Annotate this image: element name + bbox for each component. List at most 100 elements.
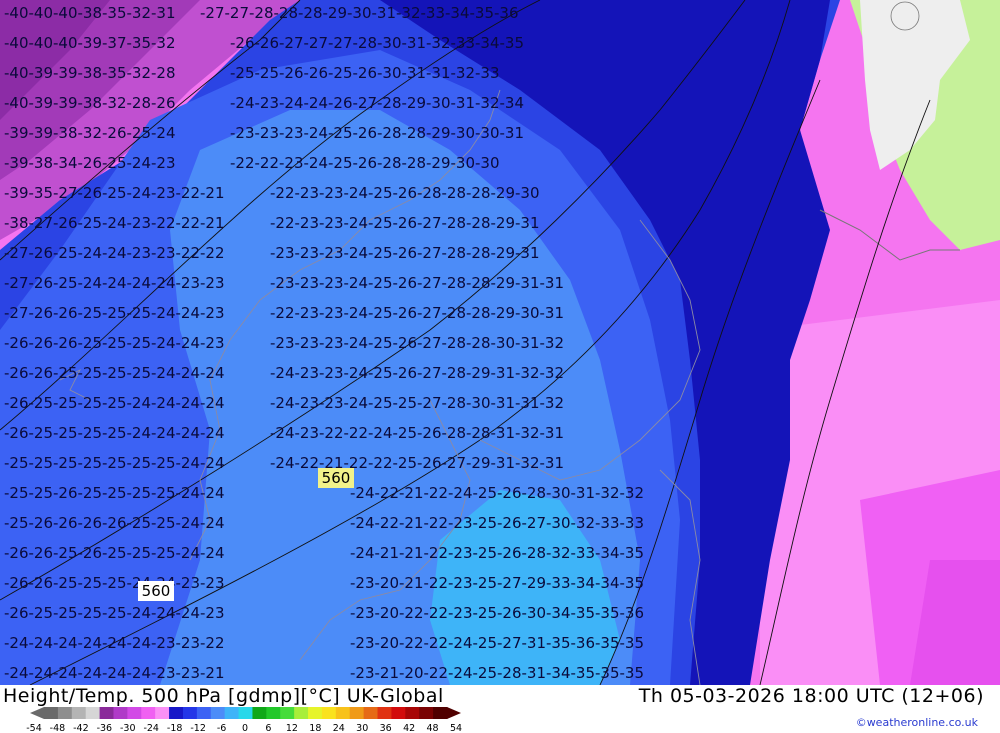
weather-map-page: -40-40-40-38-35-32-31 -40-40-40-39-37-35… xyxy=(0,0,1000,733)
map-area: -40-40-40-38-35-32-31 -40-40-40-39-37-35… xyxy=(0,0,1000,685)
svg-text:-23-20-22-22-23-25-26-30-34-35: -23-20-22-22-23-25-26-30-34-35-35-36 xyxy=(350,604,644,622)
svg-text:-24-22-21-22-22-25-26-27-29-31: -24-22-21-22-22-25-26-27-29-31-32-31 xyxy=(270,454,564,472)
height-label-text: 560 xyxy=(322,469,351,487)
scale-swatch xyxy=(182,707,198,719)
scale-label: -6 xyxy=(217,723,226,733)
scale-swatch xyxy=(113,707,128,719)
svg-text:-22-23-23-24-25-26-28-28-28-29: -22-23-23-24-25-26-28-28-28-29-30 xyxy=(270,184,540,202)
svg-text:-24-22-21-22-24-25-26-28-30-31: -24-22-21-22-24-25-26-28-30-31-32-32 xyxy=(350,484,644,502)
scale-swatch xyxy=(321,707,337,719)
svg-text:-24-23-23-24-25-25-27-28-30-31: -24-23-23-24-25-25-27-28-30-31-31-32 xyxy=(270,394,564,412)
trough-core-glow xyxy=(450,510,590,685)
scale-label: 12 xyxy=(286,723,298,733)
scale-label: -18 xyxy=(167,723,183,733)
svg-text:-26-25-25-25-25-24-24-24-23: -26-25-25-25-25-24-24-24-23 xyxy=(4,604,225,622)
svg-text:-24-23-22-22-24-25-26-28-28-31: -24-23-22-22-24-25-26-28-28-31-32-31 xyxy=(270,424,564,442)
scale-swatch xyxy=(85,707,101,719)
scale-swatch xyxy=(99,707,114,719)
scale-swatch xyxy=(405,707,420,719)
svg-text:-26-26-27-27-27-28-30-31-32-33: -26-26-27-27-27-28-30-31-32-33-34-35 xyxy=(230,34,524,52)
credit-link[interactable]: ©weatheronline.co.uk xyxy=(856,716,978,729)
scale-swatch xyxy=(169,707,184,719)
svg-text:-39-38-34-26-25-24-23: -39-38-34-26-25-24-23 xyxy=(4,154,176,172)
scale-label: 30 xyxy=(356,723,368,733)
color-scale-swatches xyxy=(30,707,461,719)
svg-text:-27-26-25-24-24-24-24-23-23: -27-26-25-24-24-24-24-23-23 xyxy=(4,274,225,292)
scale-swatch xyxy=(210,707,226,719)
svg-text:-26-25-25-25-25-24-24-24-24: -26-25-25-25-25-24-24-24-24 xyxy=(4,394,225,412)
scale-arrow-right xyxy=(447,707,461,719)
valid-time: Th 05-03-2026 18:00 UTC (12+06) xyxy=(638,685,984,707)
svg-text:-26-26-26-25-25-25-24-24-23: -26-26-26-25-25-25-24-24-23 xyxy=(4,334,225,352)
svg-text:-39-35-27-26-25-24-23-22-21: -39-35-27-26-25-24-23-22-21 xyxy=(4,184,225,202)
scale-arrow-left xyxy=(30,707,44,719)
svg-text:-26-26-25-26-25-25-25-24-24: -26-26-25-26-25-25-25-24-24 xyxy=(4,544,225,562)
svg-text:-26-25-25-25-25-24-24-24-24: -26-25-25-25-25-24-24-24-24 xyxy=(4,424,225,442)
svg-text:-26-26-25-25-25-25-24-24-24: -26-26-25-25-25-25-24-24-24 xyxy=(4,364,225,382)
height-label-text: 560 xyxy=(142,582,171,600)
scale-swatch xyxy=(335,707,351,719)
svg-text:-23-23-23-24-25-26-28-28-29-30: -23-23-23-24-25-26-28-28-29-30-30-31 xyxy=(230,124,524,142)
svg-text:-23-23-23-24-25-26-27-28-28-30: -23-23-23-24-25-26-27-28-28-30-31-32 xyxy=(270,334,564,352)
svg-text:-24-21-21-22-23-25-26-28-32-33: -24-21-21-22-23-25-26-28-32-33-34-35 xyxy=(350,544,644,562)
scale-label: -30 xyxy=(120,723,136,733)
scale-swatch xyxy=(419,707,434,719)
scale-label: 18 xyxy=(309,723,321,733)
color-scale-labels: -54 -48 -42 -36 -30 -24 -18 -12 -6 0 6 12 18 24 30 36 42… xyxy=(26,723,462,733)
scale-label: 42 xyxy=(403,723,415,733)
scale-label: 54 xyxy=(450,723,462,733)
scale-swatch xyxy=(280,707,295,719)
svg-text:-25-25-26-26-25-26-30-31-31-32: -25-25-26-26-25-26-30-31-31-32-33 xyxy=(230,64,500,82)
svg-text:-40-39-39-38-32-28-26: -40-39-39-38-32-28-26 xyxy=(4,94,176,112)
scale-label: -54 xyxy=(26,723,42,733)
temperature-map: -40-40-40-38-35-32-31 -40-40-40-39-37-35… xyxy=(0,0,1000,685)
svg-text:-27-26-25-24-24-23-23-22-22: -27-26-25-24-24-23-23-22-22 xyxy=(4,244,225,262)
svg-text:-23-23-23-24-25-26-27-28-28-29: -23-23-23-24-25-26-27-28-28-29-31-31 xyxy=(270,274,564,292)
svg-text:-26-26-25-25-25-24-24-23-23: -26-26-25-25-25-24-24-23-23 xyxy=(4,574,225,592)
scale-swatch xyxy=(377,707,392,719)
svg-text:-40-40-40-39-37-35-32: -40-40-40-39-37-35-32 xyxy=(4,34,176,52)
svg-text:-40-39-39-38-35-32-28: -40-39-39-38-35-32-28 xyxy=(4,64,176,82)
scale-swatch xyxy=(294,707,309,719)
scale-swatch xyxy=(252,707,267,719)
svg-text:-22-23-23-24-25-26-27-28-28-29: -22-23-23-24-25-26-27-28-28-29-30-31 xyxy=(270,304,564,322)
svg-text:-23-23-23-24-25-26-27-28-28-29: -23-23-23-24-25-26-27-28-28-29-31 xyxy=(270,244,540,262)
svg-text:-27-26-26-25-25-25-24-24-23: -27-26-26-25-25-25-24-24-23 xyxy=(4,304,225,322)
island-shape xyxy=(890,1,920,31)
svg-text:-25-25-25-25-25-25-25-24-24: -25-25-25-25-25-25-25-24-24 xyxy=(4,454,225,472)
scale-swatch xyxy=(363,707,379,719)
scale-swatch xyxy=(127,707,142,719)
svg-text:-38-27-26-25-24-23-22-22-21: -38-27-26-25-24-23-22-22-21 xyxy=(4,214,225,232)
scale-swatch xyxy=(308,707,323,719)
svg-text:-24-23-23-24-25-26-27-28-29-31: -24-23-23-24-25-26-27-28-29-31-32-32 xyxy=(270,364,564,382)
scale-label: -24 xyxy=(143,723,159,733)
scale-swatch xyxy=(71,707,87,719)
scale-label: 48 xyxy=(427,723,439,733)
scale-swatch xyxy=(349,707,365,719)
svg-text:-23-20-22-22-24-25-27-31-35-36: -23-20-22-22-24-25-27-31-35-36-35-35 xyxy=(350,634,644,652)
svg-text:-24-22-21-22-23-25-26-27-30-32: -24-22-21-22-23-25-26-27-30-32-33-33 xyxy=(350,514,644,532)
scale-label: -48 xyxy=(50,723,66,733)
scale-swatch xyxy=(141,707,156,719)
svg-text:-22-22-23-24-25-26-28-28-29-30: -22-22-23-24-25-26-28-28-29-30-30 xyxy=(230,154,500,172)
map-title: Height/Temp. 500 hPa [gdmp][°C] UK-Globa… xyxy=(3,685,444,707)
map-footer: Height/Temp. 500 hPa [gdmp][°C] UK-Globa… xyxy=(0,685,1000,733)
scale-label: 6 xyxy=(265,723,271,733)
scale-label: -42 xyxy=(73,723,89,733)
scale-label: 36 xyxy=(380,723,392,733)
svg-text:-25-26-26-26-26-25-25-24-24: -25-26-26-26-26-25-25-24-24 xyxy=(4,514,225,532)
svg-text:-24-24-24-24-24-24-23-23-21: -24-24-24-24-24-24-23-23-21 xyxy=(4,664,225,682)
color-scale-legend: -54 -48 -42 -36 -30 -24 -18 -12 -6 0 6 12 18 24 30 36 42… xyxy=(26,707,462,733)
svg-text:-40-40-40-38-35-32-31: -40-40-40-38-35-32-31 xyxy=(4,4,176,22)
height-label-560-b: 560 xyxy=(138,581,174,601)
scale-swatch xyxy=(224,707,240,719)
scale-label: -12 xyxy=(190,723,206,733)
scale-label: 0 xyxy=(242,723,248,733)
scale-swatch xyxy=(391,707,406,719)
svg-text:-22-23-23-24-25-26-27-28-28-29: -22-23-23-24-25-26-27-28-28-29-31 xyxy=(270,214,540,232)
scale-swatch xyxy=(57,707,73,719)
svg-text:-23-20-21-22-23-25-27-29-33-34: -23-20-21-22-23-25-27-29-33-34-34-35 xyxy=(350,574,644,592)
svg-text:-24-23-24-24-26-27-28-29-30-31: -24-23-24-24-26-27-28-29-30-31-32-34 xyxy=(230,94,524,112)
scale-swatch xyxy=(44,707,59,719)
scale-swatch xyxy=(196,707,212,719)
